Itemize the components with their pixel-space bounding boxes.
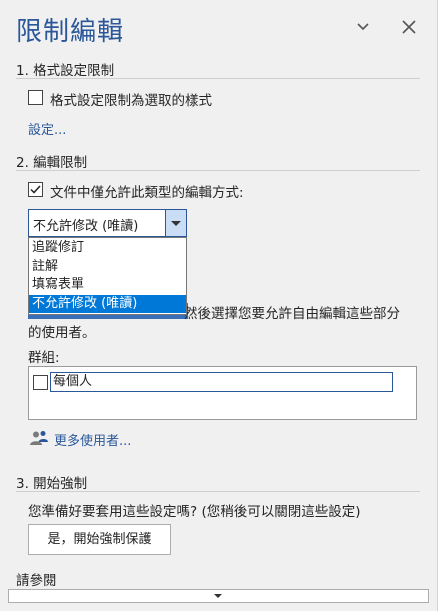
chevron-down-icon xyxy=(357,23,369,31)
option-track-changes[interactable]: 追蹤修訂 xyxy=(29,239,186,257)
exceptions-text-line2: 的使用者。 xyxy=(28,325,96,341)
more-users-link[interactable]: 更多使用者... xyxy=(54,430,131,449)
restrict-editing-pane: 限制編輯 1. 格式設定限制 格式設定限制為選取的樣式 設定... 2. 編輯限… xyxy=(0,0,438,611)
chevron-down-icon xyxy=(214,594,222,598)
editing-type-select[interactable]: 不允許修改 (唯讀) xyxy=(28,209,187,237)
task-pane-options-button[interactable] xyxy=(353,16,373,36)
editing-type-dropdown-list: 追蹤修訂 註解 填寫表單 不允許修改 (唯讀) xyxy=(28,237,187,315)
pane-title: 限制編輯 xyxy=(16,17,125,47)
group-everyone-checkbox[interactable] xyxy=(33,375,48,390)
groups-list: 每個人 xyxy=(28,366,417,420)
editing-restriction-checkbox[interactable] xyxy=(28,182,43,197)
section2-divider xyxy=(16,170,420,171)
formatting-restriction-label: 格式設定限制為選取的樣式 xyxy=(50,93,212,109)
select-dropdown-button[interactable] xyxy=(165,210,186,236)
users-icon xyxy=(30,431,48,445)
section2-heading: 2. 編輯限制 xyxy=(16,155,88,171)
checkmark-icon xyxy=(30,185,41,194)
section1-heading: 1. 格式設定限制 xyxy=(16,63,115,79)
close-icon xyxy=(402,20,416,34)
formatting-settings-link[interactable]: 設定... xyxy=(28,119,66,138)
close-button[interactable] xyxy=(398,16,420,38)
formatting-restriction-checkbox[interactable] xyxy=(28,90,43,105)
groups-label: 群組: xyxy=(28,350,60,366)
group-everyone-label[interactable]: 每個人 xyxy=(50,372,393,392)
option-no-changes-read-only[interactable]: 不允許修改 (唯讀) xyxy=(29,295,186,313)
editing-restriction-label: 文件中僅允許此類型的編輯方式: xyxy=(50,185,244,201)
see-also-expander[interactable] xyxy=(8,589,429,603)
editing-type-value: 不允許修改 (唯讀) xyxy=(33,219,139,234)
option-comments[interactable]: 註解 xyxy=(29,258,186,276)
option-filling-forms[interactable]: 填寫表單 xyxy=(29,276,186,294)
exceptions-text-line1: 然後選擇您要允許自由編輯這些部分 xyxy=(184,306,400,322)
section3-divider xyxy=(16,491,420,492)
section1-divider xyxy=(16,78,420,79)
section3-heading: 3. 開始強制 xyxy=(16,476,88,492)
start-enforcing-protection-button[interactable]: 是，開始強制保護 xyxy=(28,524,171,555)
see-also-heading: 請參閱 xyxy=(16,573,57,589)
enforcement-prompt: 您準備好要套用這些設定嗎? (您稍後可以關閉這些設定) xyxy=(28,504,361,520)
chevron-down-icon xyxy=(171,221,181,226)
